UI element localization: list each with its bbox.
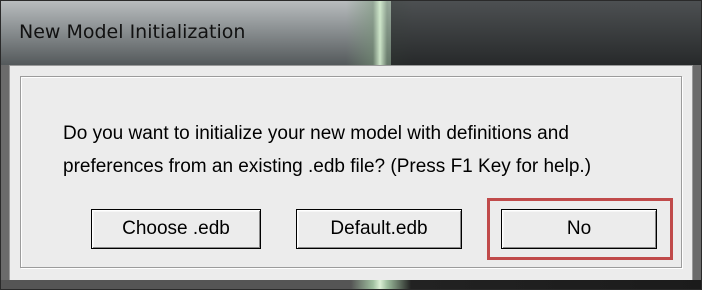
window-title: New Model Initialization xyxy=(19,21,246,43)
window-bottom-edge xyxy=(1,280,701,289)
no-button[interactable]: No xyxy=(501,209,657,249)
prompt-line-1: Do you want to initialize your new model… xyxy=(63,123,569,144)
prompt-message: Do you want to initialize your new model… xyxy=(63,117,683,183)
choose-edb-button[interactable]: Choose .edb xyxy=(91,209,261,249)
dialog-window: New Model Initialization Do you want to … xyxy=(0,0,702,290)
prompt-line-2: preferences from an existing .edb file? … xyxy=(63,156,592,177)
default-edb-button[interactable]: Default.edb xyxy=(296,209,462,249)
group-box: Do you want to initialize your new model… xyxy=(20,76,682,268)
dialog-body: Do you want to initialize your new model… xyxy=(9,65,693,281)
title-bar[interactable]: New Model Initialization xyxy=(1,1,701,65)
